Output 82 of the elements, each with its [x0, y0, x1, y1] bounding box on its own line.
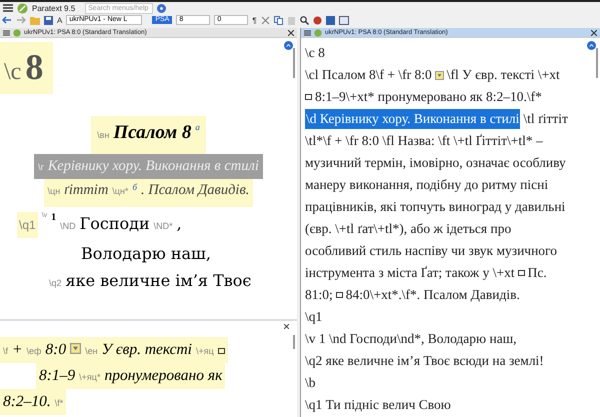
- scripture-text: ґіттіт: [64, 182, 108, 199]
- usfm-marker: \г: [38, 162, 44, 172]
- scripture-text: пронумеровано як: [104, 367, 222, 385]
- save-icon[interactable]: [44, 16, 53, 24]
- menu-icon[interactable]: [3, 4, 13, 12]
- scripture-text: інструмента з міста Ґат; також у \+xt: [305, 265, 515, 281]
- scripture-text: \q2 яке величне ім’я Твоє всюди на землі!: [305, 353, 544, 369]
- scripture-text: 8:2–10.: [3, 393, 51, 411]
- note-icon[interactable]: [70, 343, 82, 354]
- scripture-text: ,: [176, 214, 182, 233]
- close-icon[interactable]: [591, 30, 597, 36]
- scripture-text: музичний термін, імовірно, означає особливу: [305, 155, 566, 171]
- close-icon[interactable]: [288, 30, 294, 36]
- scripture-text: \cl Псалом 8\f + \fr 8:0: [305, 67, 432, 83]
- usfm-marker: \q2: [49, 278, 62, 288]
- link-icon[interactable]: [305, 94, 312, 100]
- paragraph-button[interactable]: ¶: [252, 16, 257, 24]
- scripture-text: Володарю наш,: [81, 244, 211, 263]
- scripture-text: 8:1–9\+xt* пронумеровано як 8:2–10.\f*: [315, 89, 542, 105]
- note-icon[interactable]: [434, 70, 444, 80]
- menu-icon[interactable]: [3, 30, 10, 36]
- scripture-text: особливий стиль наспіву чи звук музичного: [305, 243, 558, 259]
- sync-icon[interactable]: [284, 41, 293, 50]
- sync-icon[interactable]: [587, 41, 596, 50]
- scrollbar-thumb[interactable]: [596, 48, 598, 78]
- scripture-text: \b: [305, 375, 316, 391]
- scripture-text: 8:1–9: [39, 367, 76, 385]
- scripture-text: Господи: [80, 214, 150, 233]
- footnote-caller: б: [132, 182, 137, 192]
- usfm-marker: \еф: [26, 346, 42, 356]
- scripture-text: 84:0\+xt*.\f*. Псалом Давидів.: [346, 287, 520, 303]
- logo-icon: [13, 28, 21, 36]
- verse-number: 1: [51, 212, 56, 223]
- scripture-text: \v 1 \nd Господи\nd*, Володарю наш,: [305, 331, 516, 347]
- footnote-caller: а: [195, 122, 200, 132]
- scripture-text: +: [12, 341, 22, 359]
- scripture-text: Псалом 8: [113, 122, 192, 144]
- scripture-text: 8:0: [45, 341, 66, 359]
- usfm-marker: \ен: [85, 346, 98, 356]
- usfm-marker: \q1: [17, 212, 38, 238]
- usfm-marker: \+яц*: [79, 372, 100, 382]
- search-icon[interactable]: [300, 16, 309, 24]
- scrollbar-thumb[interactable]: [293, 48, 295, 78]
- scripture-text: яке величне ім’я Твоє: [66, 271, 252, 290]
- scripture-text: \tl ґіттіт: [523, 111, 568, 127]
- scripture-text: (євр. \+tl ґат\+tl*), або ж ідеться про: [305, 221, 512, 237]
- scripture-text: \fl У євр. тексті \+xt: [446, 67, 560, 83]
- usfm-marker: \вн: [97, 130, 110, 140]
- scripture-text: \tl*\f + \fr 8:0 \fl Назва: \ft \+tl Ґіттіт\+tl* –: [305, 133, 543, 149]
- usfm-marker: \f*: [54, 398, 64, 408]
- scripture-text: Пс.: [528, 265, 547, 281]
- logo-icon: [17, 2, 28, 14]
- usfm-marker: \цн*: [112, 186, 128, 196]
- usfm-marker: \c: [4, 59, 22, 86]
- link-icon[interactable]: [218, 348, 225, 354]
- copy-icon[interactable]: [274, 16, 283, 24]
- scripture-text: У євр. тексті: [102, 341, 192, 359]
- scripture-text: \c 8: [305, 45, 325, 61]
- scripture-text: працівників, які топчуть виноград у давильні: [305, 199, 566, 215]
- help-icon[interactable]: [157, 4, 166, 12]
- scrollbar-thumb[interactable]: [293, 335, 295, 349]
- menu-icon[interactable]: [304, 30, 311, 36]
- back-arrow-icon[interactable]: [2, 16, 12, 24]
- link-icon[interactable]: [518, 270, 525, 276]
- app-title: Paratext 9.5: [32, 4, 76, 12]
- scripture-text: . Псалом Давидів.: [140, 182, 250, 199]
- scripture-text: \q1 Ти підніс велич Свою: [305, 397, 451, 413]
- usfm-marker: \ND*: [154, 221, 173, 231]
- font-button[interactable]: A: [57, 16, 62, 24]
- usfm-marker: \ND: [60, 221, 76, 231]
- close-icon[interactable]: [284, 324, 289, 329]
- scripture-text: \q1: [305, 309, 322, 325]
- usfm-marker: \цн: [48, 186, 60, 196]
- selected-text: \d Керівнику хору. Виконання в стилі: [305, 109, 520, 129]
- scripture-text: манеру виконання, подібну до ритму пісні: [305, 177, 548, 193]
- link-icon[interactable]: [336, 292, 343, 298]
- usfm-marker: \+яц: [196, 346, 214, 356]
- scripture-text: 81:0;: [305, 287, 333, 303]
- scripture-text: Керівнику хору. Виконання в стилі: [48, 158, 259, 175]
- scripture-text: 8: [25, 46, 44, 88]
- usfm-marker: \f: [3, 346, 8, 356]
- logo-icon: [314, 28, 322, 36]
